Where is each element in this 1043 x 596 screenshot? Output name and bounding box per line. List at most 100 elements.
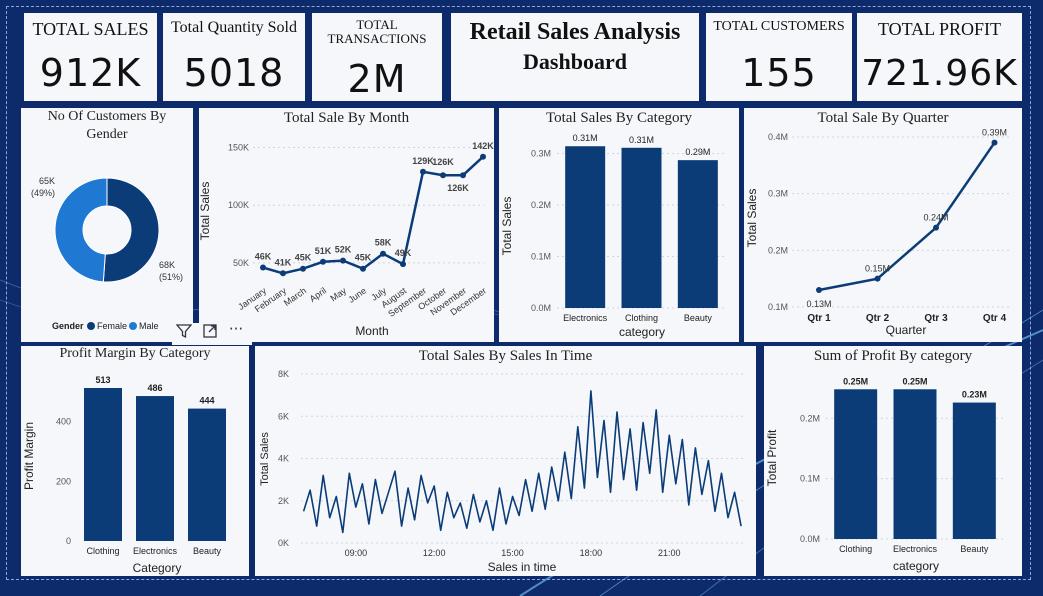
data-label: 126K	[447, 183, 469, 193]
data-label: 0.29M	[685, 147, 710, 157]
pie-slice	[54, 177, 108, 283]
legend-marker	[87, 322, 95, 330]
x-tick-label: Clothing	[86, 546, 119, 556]
y-axis-label: Total Sales	[745, 189, 759, 248]
margin-chart-card[interactable]: Profit Margin By Category 0 200 400 513 Clot…	[21, 346, 249, 576]
kpi-label: TOTAL SALES	[32, 19, 149, 39]
legend-entry: Male	[139, 321, 159, 331]
data-point	[260, 264, 266, 271]
x-tick-label: May	[328, 285, 348, 303]
x-tick-label: March	[282, 285, 308, 308]
data-point	[440, 172, 446, 179]
data-label: 0.31M	[573, 133, 598, 143]
kpi-value: 155	[741, 51, 817, 95]
data-label: 58K	[375, 238, 392, 248]
data-label: 49K	[395, 248, 412, 258]
dashboard-title-card: Retail Sales Analysis Dashboard	[451, 13, 699, 101]
y-tick-label: 0.0M	[531, 303, 551, 313]
x-tick-label: Qtr 1	[807, 313, 831, 324]
data-label: 65K	[39, 176, 55, 186]
category-chart-card[interactable]: Total Sales By Category 0.0M 0.1M 0.2M 0.3M…	[499, 108, 739, 342]
quarter-line-chart: 0.1M0.2M0.3M0.4M0.13MQtr 10.15MQtr 20.24…	[745, 128, 1009, 337]
series-line	[302, 390, 742, 534]
data-label: 0.15M	[865, 264, 890, 274]
bar	[136, 396, 174, 541]
gender-chart-card[interactable]: No Of Customers By Gender 68K (51%) 65K (49…	[21, 108, 193, 342]
data-label: 142K	[472, 141, 494, 151]
kpi-total-profit[interactable]: TOTAL PROFIT 721.96K	[857, 13, 1022, 101]
x-tick-label: Beauty	[684, 313, 713, 323]
data-point	[991, 139, 998, 146]
data-point	[460, 172, 466, 179]
kpi-value: 721.96K	[861, 53, 1018, 94]
profit-chart-card[interactable]: Sum of Profit By category 0.0M 0.1M 0.2M 0.…	[764, 346, 1022, 576]
x-axis-label: category	[619, 325, 665, 339]
y-tick-label: 0.0M	[800, 534, 820, 544]
time-line-chart: 0K 2K 4K 6K 8K 09:00 12:00 15:00 18:00 21:00 Sales…	[259, 369, 745, 574]
x-tick-label: Beauty	[960, 544, 989, 554]
margin-bar-chart: 0 200 400 513 Clothing 486 Electronics 444 Beaut…	[22, 375, 226, 575]
kpi-total-quantity[interactable]: Total Quantity Sold 5018	[163, 13, 305, 101]
data-label: 0.23M	[962, 390, 987, 400]
kpi-value: 912K	[39, 51, 142, 95]
focus-mode-icon[interactable]	[200, 323, 220, 343]
legend-marker	[129, 322, 137, 330]
kpi-total-customers[interactable]: TOTAL CUSTOMERS 155	[706, 13, 852, 101]
series-line	[818, 141, 996, 292]
bar	[84, 388, 122, 541]
y-tick-label: 0.1M	[768, 302, 788, 312]
x-tick-label: 18:00	[580, 548, 603, 558]
legend-entry: Female	[97, 321, 127, 331]
data-label: 126K	[432, 157, 454, 167]
bar	[621, 147, 662, 308]
y-axis-label: Total Sales	[259, 432, 271, 486]
data-point	[816, 287, 822, 293]
data-point	[933, 224, 939, 231]
y-axis-label: Total Sales	[500, 197, 514, 256]
gender-donut-chart: 68K (51%) 65K (49%) Gender Female Male	[31, 176, 183, 331]
x-tick-label: 09:00	[345, 548, 368, 558]
kpi-total-sales[interactable]: TOTAL SALES 912K	[24, 13, 157, 101]
y-tick-label: 0.3M	[768, 189, 788, 199]
y-tick-label: 0.1M	[531, 251, 551, 261]
y-tick-label: 0.3M	[531, 148, 551, 158]
x-tick-label: Clothing	[625, 313, 658, 323]
data-point	[280, 270, 286, 277]
category-bar-chart: 0.0M 0.1M 0.2M 0.3M 0.31M Electronics 0.31M Clo…	[500, 133, 726, 339]
profit-bar-chart: 0.0M 0.1M 0.2M 0.25M Clothing 0.25M Electronic…	[765, 376, 1004, 573]
y-tick-label: 8K	[278, 369, 289, 379]
y-axis-label: Total Profit	[765, 429, 779, 486]
month-line-chart: 50K100K150K46KJanuary41KFebruary45KMarch…	[199, 141, 494, 338]
dashboard-title-line2: Dashboard	[523, 49, 627, 74]
y-tick-label: 0K	[278, 538, 289, 548]
quarter-chart-card[interactable]: Total Sale By Quarter 0.1M 0.2M 0.3M 0.4M 0.…	[744, 108, 1022, 342]
y-tick-label: 100K	[228, 200, 249, 210]
filter-icon[interactable]	[174, 323, 194, 343]
data-label: 52K	[335, 245, 352, 255]
time-chart-card[interactable]: Total Sales By Sales In Time 0K 2K 4K 6K 8K 0…	[255, 346, 756, 576]
x-tick-label: Electronics	[563, 313, 608, 323]
data-label: 444	[199, 396, 214, 406]
y-tick-label: 0.1M	[800, 474, 820, 484]
bar	[565, 146, 606, 308]
x-axis-label: Sales in time	[488, 560, 557, 574]
x-tick-label: Qtr 3	[924, 313, 948, 324]
more-options-icon[interactable]: ···	[226, 319, 246, 339]
y-tick-label: 150K	[228, 143, 249, 153]
visual-toolbar: ···	[172, 320, 252, 345]
bar	[952, 402, 996, 539]
data-point	[400, 261, 406, 268]
data-label: 51K	[315, 246, 332, 256]
legend-title: Gender	[52, 321, 84, 331]
y-axis-label: Total Sales	[199, 182, 212, 241]
month-chart-card[interactable]: Total Sale By Month 50K 100K 150K 46K Januar…	[199, 108, 494, 342]
data-point	[360, 265, 366, 272]
kpi-total-transactions[interactable]: TOTAL TRANSACTIONS 2M	[312, 13, 442, 101]
data-point	[480, 153, 486, 160]
x-tick-label: April	[308, 285, 328, 304]
data-point	[380, 250, 386, 257]
data-label: 68K	[159, 260, 175, 270]
y-tick-label: 50K	[233, 258, 249, 268]
data-point	[340, 257, 346, 264]
kpi-value: 5018	[183, 51, 285, 95]
